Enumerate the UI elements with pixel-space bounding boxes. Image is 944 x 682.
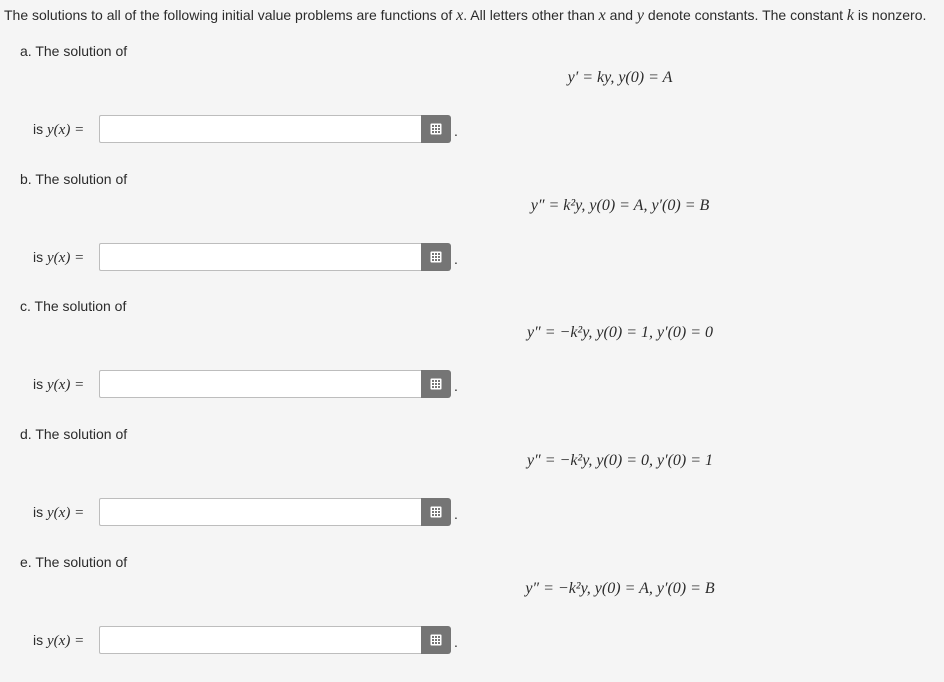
- y-of-x: y(x) =: [47, 377, 85, 393]
- keypad-icon: [430, 378, 442, 390]
- answer-row: is y(x) = .: [33, 498, 473, 528]
- answer-prompt: is y(x) =: [33, 121, 84, 139]
- period: .: [454, 506, 458, 522]
- part-e: e. The solution of y″ = −k²y, y(0) = A, …: [0, 554, 944, 682]
- keypad-icon: [430, 634, 442, 646]
- is-text: is: [33, 504, 44, 520]
- answer-prompt: is y(x) =: [33, 632, 84, 650]
- variable-x: x: [598, 7, 606, 24]
- intro-text-4: denote constants. The constant: [644, 7, 847, 23]
- answer-row: is y(x) = .: [33, 115, 473, 145]
- instructions-text: The solutions to all of the following in…: [4, 7, 926, 25]
- intro-text-2: . All letters other than: [463, 7, 599, 23]
- answer-input[interactable]: [99, 370, 421, 398]
- equation: y′ = ky, y(0) = A: [567, 69, 673, 86]
- keypad-button[interactable]: [421, 243, 451, 271]
- part-c: c. The solution of y″ = −k²y, y(0) = 1, …: [0, 298, 944, 426]
- variable-y: y: [636, 7, 645, 24]
- answer-input[interactable]: [99, 243, 421, 271]
- keypad-icon: [430, 506, 442, 518]
- y-of-x: y(x) =: [47, 250, 85, 266]
- period: .: [454, 251, 458, 267]
- part-d: d. The solution of y″ = −k²y, y(0) = 0, …: [0, 426, 944, 554]
- is-text: is: [33, 249, 44, 265]
- keypad-button[interactable]: [421, 626, 451, 654]
- part-a: a. The solution of y′ = ky, y(0) = A is …: [0, 43, 944, 171]
- answer-row: is y(x) = .: [33, 626, 473, 656]
- y-of-x: y(x) =: [47, 633, 85, 649]
- answer-input[interactable]: [99, 115, 421, 143]
- equation: y″ = −k²y, y(0) = A, y′(0) = B: [525, 580, 715, 597]
- period: .: [454, 378, 458, 394]
- is-text: is: [33, 121, 44, 137]
- answer-input[interactable]: [99, 498, 421, 526]
- is-text: is: [33, 376, 44, 392]
- part-label: c. The solution of: [20, 298, 127, 314]
- is-text: is: [33, 632, 44, 648]
- answer-prompt: is y(x) =: [33, 504, 84, 522]
- y-of-x: y(x) =: [47, 505, 85, 521]
- answer-row: is y(x) = .: [33, 370, 473, 400]
- keypad-button[interactable]: [421, 370, 451, 398]
- keypad-icon: [430, 251, 442, 263]
- answer-prompt: is y(x) =: [33, 249, 84, 267]
- keypad-icon: [430, 123, 442, 135]
- part-b: b. The solution of y″ = k²y, y(0) = A, y…: [0, 171, 944, 299]
- intro-text-3: and: [605, 7, 637, 23]
- equation: y″ = −k²y, y(0) = 0, y′(0) = 1: [526, 452, 714, 469]
- keypad-button[interactable]: [421, 115, 451, 143]
- part-label: b. The solution of: [20, 171, 128, 187]
- intro-text-5: is nonzero.: [854, 7, 927, 23]
- intro-text-1: The solutions to all of the following in…: [4, 7, 457, 23]
- part-label: e. The solution of: [20, 554, 128, 570]
- keypad-button[interactable]: [421, 498, 451, 526]
- period: .: [454, 634, 458, 650]
- variable-k: k: [846, 7, 855, 24]
- equation: y″ = −k²y, y(0) = 1, y′(0) = 0: [526, 324, 714, 341]
- answer-row: is y(x) = .: [33, 243, 473, 273]
- part-label: d. The solution of: [20, 426, 128, 442]
- period: .: [454, 123, 458, 139]
- answer-prompt: is y(x) =: [33, 376, 84, 394]
- part-label: a. The solution of: [20, 43, 128, 59]
- equation: y″ = k²y, y(0) = A, y′(0) = B: [530, 197, 710, 214]
- answer-input[interactable]: [99, 626, 421, 654]
- y-of-x: y(x) =: [47, 122, 85, 138]
